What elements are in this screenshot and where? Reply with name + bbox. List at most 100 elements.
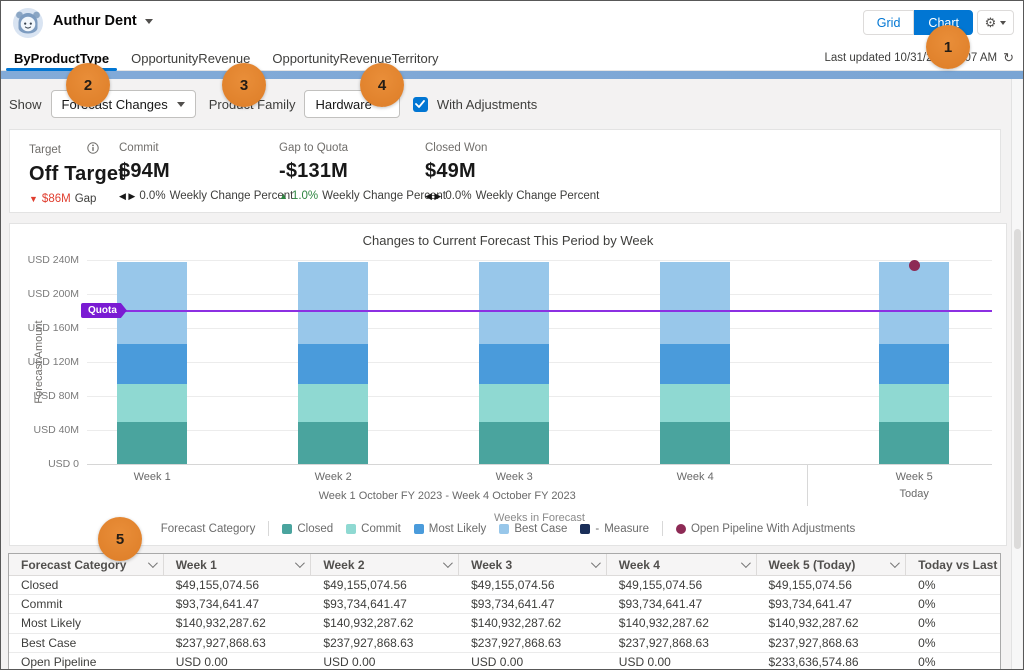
column-header-today-vs-last-week[interactable]: Today vs Last Week bbox=[906, 554, 1000, 575]
leftright-arrow-icon: ◀ ▶ bbox=[425, 192, 441, 201]
value-cell: USD 0.00 bbox=[164, 653, 312, 670]
grid-view-button[interactable]: Grid bbox=[863, 10, 915, 35]
kpi-delta: ◀ ▶0.0%Weekly Change Percent bbox=[119, 190, 293, 202]
bar-segment-best-case[interactable] bbox=[479, 262, 549, 344]
user-menu[interactable]: Authur Dent bbox=[53, 13, 153, 29]
refresh-icon[interactable]: ↻ bbox=[1003, 50, 1014, 66]
legend-item-measure[interactable]: -Measure bbox=[580, 523, 649, 535]
settings-button[interactable]: ⚙ bbox=[977, 10, 1014, 35]
legend-swatch bbox=[414, 524, 424, 534]
decorative-banner bbox=[1, 71, 1023, 79]
column-header-week-5-today-[interactable]: Week 5 (Today) bbox=[757, 554, 907, 575]
value-cell: USD 0.00 bbox=[607, 653, 757, 670]
tab-opportunityrevenueterritory[interactable]: OpportunityRevenueTerritory bbox=[261, 45, 449, 71]
legend-item-commit[interactable]: Commit bbox=[346, 523, 401, 535]
value-cell: $140,932,287.62 bbox=[459, 614, 607, 632]
bar-segment-commit[interactable] bbox=[479, 384, 549, 422]
chart-legend: Forecast CategoryClosedCommitMost Likely… bbox=[10, 521, 1006, 536]
last-updated-text: Last updated 10/31/2023 9:07 AM bbox=[824, 52, 997, 64]
legend-item-most-likely[interactable]: Most Likely bbox=[414, 523, 487, 535]
row-category-cell: Closed bbox=[9, 576, 164, 594]
kpi-label: Gap to Quota bbox=[279, 142, 446, 154]
callout-badge-1: 1 bbox=[926, 25, 970, 69]
value-cell: $237,927,868.63 bbox=[756, 634, 906, 652]
x-axis-range-label: Week 1 October FY 2023 - Week 4 October … bbox=[319, 490, 576, 502]
bar-segment-best-case[interactable] bbox=[298, 262, 368, 344]
column-header-week-2[interactable]: Week 2 bbox=[311, 554, 459, 575]
bar-segment-closed[interactable] bbox=[298, 422, 368, 464]
x-axis-tick: Week 3 bbox=[496, 471, 533, 483]
filter-bar: Show Forecast Changes Product Family Har… bbox=[1, 79, 1023, 129]
table-row: Most Likely$140,932,287.62$140,932,287.6… bbox=[9, 614, 1000, 633]
bar-segment-best-case[interactable] bbox=[879, 262, 949, 344]
bar-segment-closed[interactable] bbox=[117, 422, 187, 464]
chevron-down-icon bbox=[591, 558, 601, 568]
table-row: Closed$49,155,074.56$49,155,074.56$49,15… bbox=[9, 576, 1000, 595]
table-header-row: Forecast CategoryWeek 1Week 2Week 3Week … bbox=[9, 554, 1000, 576]
bar-segment-closed[interactable] bbox=[879, 422, 949, 464]
kpi-gap-to-quota: Gap to Quota-$131M▲1.0%Weekly Change Per… bbox=[279, 142, 446, 202]
value-cell: $49,155,074.56 bbox=[164, 576, 312, 594]
column-header-week-4[interactable]: Week 4 bbox=[607, 554, 757, 575]
kpi-label: Target bbox=[29, 142, 125, 157]
value-cell: $140,932,287.62 bbox=[164, 614, 312, 632]
column-header-forecast-category[interactable]: Forecast Category bbox=[9, 554, 164, 575]
bar-segment-most-likely[interactable] bbox=[660, 344, 730, 384]
bar-segment-most-likely[interactable] bbox=[879, 344, 949, 384]
einstein-avatar-icon bbox=[13, 8, 43, 38]
legend-item-best-case[interactable]: Best Case bbox=[499, 523, 567, 535]
bar-segment-commit[interactable] bbox=[117, 384, 187, 422]
bar-segment-most-likely[interactable] bbox=[479, 344, 549, 384]
bar-segment-best-case[interactable] bbox=[660, 262, 730, 344]
legend-item-open-pipeline-with-adjustments[interactable]: Open Pipeline With Adjustments bbox=[676, 523, 855, 535]
value-cell: $237,927,868.63 bbox=[459, 634, 607, 652]
kpi-label: Closed Won bbox=[425, 142, 599, 154]
bar-segment-commit[interactable] bbox=[879, 384, 949, 422]
value-cell: $140,932,287.62 bbox=[607, 614, 757, 632]
column-header-week-1[interactable]: Week 1 bbox=[164, 554, 312, 575]
column-header-week-3[interactable]: Week 3 bbox=[459, 554, 607, 575]
bar-segment-closed[interactable] bbox=[479, 422, 549, 464]
vertical-scrollbar[interactable] bbox=[1011, 79, 1022, 670]
bar-segment-closed[interactable] bbox=[660, 422, 730, 464]
chart-plot-area: USD 240MUSD 200MUSD 160MUSD 120MUSD 80MU… bbox=[87, 260, 992, 464]
bar-segment-most-likely[interactable] bbox=[117, 344, 187, 384]
table-row: Commit$93,734,641.47$93,734,641.47$93,73… bbox=[9, 595, 1000, 614]
value-cell: $237,927,868.63 bbox=[311, 634, 459, 652]
legend-item-closed[interactable]: Closed bbox=[282, 523, 333, 535]
bar-segment-commit[interactable] bbox=[298, 384, 368, 422]
value-cell: $233,636,574.86 bbox=[756, 653, 906, 670]
with-adjustments-checkbox[interactable] bbox=[413, 97, 428, 112]
legend-divider bbox=[662, 521, 663, 536]
tab-bar: ByProductTypeOpportunityRevenueOpportuni… bbox=[1, 45, 1023, 71]
bar-segment-most-likely[interactable] bbox=[298, 344, 368, 384]
forecast-dashboard: Authur Dent Grid Chart ⚙ ByProductTypeOp… bbox=[0, 0, 1024, 670]
y-axis-tick: USD 0 bbox=[9, 458, 79, 470]
callout-badge-5: 5 bbox=[98, 517, 142, 561]
bar-segment-best-case[interactable] bbox=[117, 262, 187, 344]
x-axis-tick: Week 4 bbox=[677, 471, 714, 483]
kpi-delta-suffix: Gap bbox=[75, 193, 97, 205]
quota-line bbox=[87, 310, 992, 312]
y-axis-tick: USD 120M bbox=[9, 356, 79, 368]
info-icon[interactable] bbox=[87, 142, 99, 157]
table-row: Best Case$237,927,868.63$237,927,868.63$… bbox=[9, 634, 1000, 653]
tab-byproducttype[interactable]: ByProductType bbox=[3, 45, 120, 71]
legend-swatch bbox=[580, 524, 590, 534]
open-pipeline-point[interactable] bbox=[909, 260, 920, 271]
chevron-down-icon bbox=[145, 19, 153, 24]
column-header-label: Week 2 bbox=[323, 558, 364, 572]
bar-segment-commit[interactable] bbox=[660, 384, 730, 422]
callout-badge-3: 3 bbox=[222, 63, 266, 107]
scrollbar-thumb[interactable] bbox=[1014, 229, 1021, 549]
chevron-down-icon bbox=[1000, 21, 1006, 25]
column-header-label: Forecast Category bbox=[21, 558, 126, 572]
chevron-down-icon bbox=[740, 558, 750, 568]
kpi-delta-value: 0.0% bbox=[445, 190, 471, 202]
quota-label: Quota bbox=[81, 303, 127, 318]
kpi-delta: ▲1.0%Weekly Change Percent bbox=[279, 190, 446, 202]
kpi-delta-value: 1.0% bbox=[292, 190, 318, 202]
value-cell: $93,734,641.47 bbox=[164, 595, 312, 613]
forecast-chart-card: Changes to Current Forecast This Period … bbox=[9, 223, 1007, 546]
user-name: Authur Dent bbox=[53, 13, 137, 29]
